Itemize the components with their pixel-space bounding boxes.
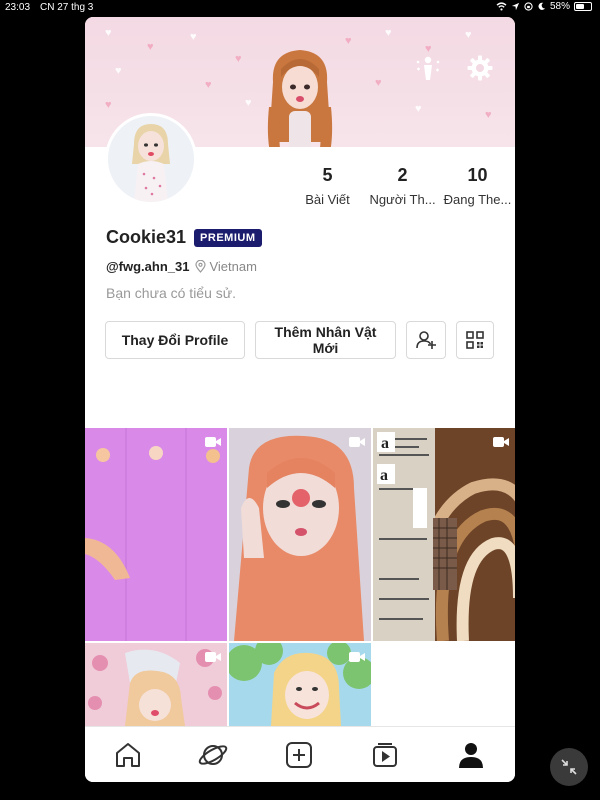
profile-location: Vietnam (195, 259, 257, 274)
status-date: CN 27 thg 3 (40, 2, 94, 13)
avatar-pose-icon[interactable] (413, 53, 443, 83)
name-row: Cookie31 PREMIUM (106, 227, 262, 248)
stat-label: Đang The... (443, 192, 512, 207)
video-icon (205, 437, 221, 447)
video-icon (349, 437, 365, 447)
lock-rotation-icon (524, 2, 533, 11)
qr-code-icon (466, 331, 484, 349)
bottom-tab-bar (85, 726, 515, 782)
premium-badge: PREMIUM (194, 228, 262, 247)
edit-profile-button[interactable]: Thay Đổi Profile (105, 321, 245, 359)
stat-label: Bài Viết (305, 192, 350, 207)
planet-icon[interactable] (197, 739, 229, 771)
post-thumbnail[interactable] (229, 428, 371, 641)
moon-icon (538, 2, 546, 10)
plus-square-icon[interactable] (283, 739, 315, 771)
profile-handle: @fwg.ahn_31 (106, 259, 190, 274)
post-thumbnail[interactable] (85, 428, 227, 641)
video-icon (349, 652, 365, 662)
battery-percent: 58% (549, 1, 570, 12)
add-character-button[interactable]: Thêm Nhân Vật Mới (255, 321, 396, 359)
video-icon (493, 437, 509, 447)
post-thumbnail[interactable] (229, 643, 371, 726)
location-text: Vietnam (209, 259, 257, 274)
post-image (85, 428, 227, 641)
post-grid: a a (85, 428, 515, 726)
qr-code-button[interactable] (456, 321, 494, 359)
stat-following[interactable]: 10 Đang The... (440, 165, 515, 207)
location-arrow-icon (511, 2, 520, 11)
minimize-window-button[interactable] (550, 748, 588, 786)
profile-icon[interactable] (455, 739, 487, 771)
battery-icon (574, 2, 592, 11)
post-thumbnail[interactable] (85, 643, 227, 726)
profile-stats: 5 Bài Viết 2 Người Th... 10 Đang The... (290, 165, 515, 207)
banner-character-image (267, 50, 333, 147)
stat-value: 10 (467, 165, 488, 185)
stat-value: 2 (397, 165, 408, 185)
avatar-image (108, 116, 194, 202)
video-play-icon[interactable] (369, 739, 401, 771)
location-pin-icon (195, 260, 207, 273)
status-right: 58% (496, 1, 592, 12)
wifi-icon (496, 2, 507, 11)
post-image: a a (373, 428, 515, 641)
gear-icon[interactable] (465, 53, 495, 83)
video-icon (205, 652, 221, 662)
post-thumbnail[interactable]: a a (373, 428, 515, 641)
add-user-icon (416, 331, 436, 349)
svg-text:a: a (381, 435, 389, 452)
stat-value: 5 (322, 165, 333, 185)
profile-screen: ♥ ♥ ♥ ♥ ♥ ♥ ♥ ♥ ♥ ♥ ♥ ♥ ♥ ♥ ♥ ♥ ♥ (85, 17, 515, 782)
add-friend-button[interactable] (406, 321, 446, 359)
profile-bio: Bạn chưa có tiểu sử. (106, 285, 237, 301)
collapse-arrows-icon (561, 759, 577, 775)
stat-label: Người Th... (369, 192, 436, 207)
status-bar: 23:03 CN 27 thg 3 58% (0, 0, 600, 16)
status-time: 23:03 (5, 2, 31, 13)
profile-name: Cookie31 (106, 227, 187, 247)
stat-followers[interactable]: 2 Người Th... (365, 165, 440, 207)
profile-avatar[interactable] (105, 113, 197, 205)
stat-posts[interactable]: 5 Bài Viết (290, 165, 365, 207)
handle-row: @fwg.ahn_31 Vietnam (106, 259, 257, 274)
home-icon[interactable] (112, 739, 144, 771)
post-image (229, 428, 371, 641)
svg-text:a: a (380, 467, 388, 484)
